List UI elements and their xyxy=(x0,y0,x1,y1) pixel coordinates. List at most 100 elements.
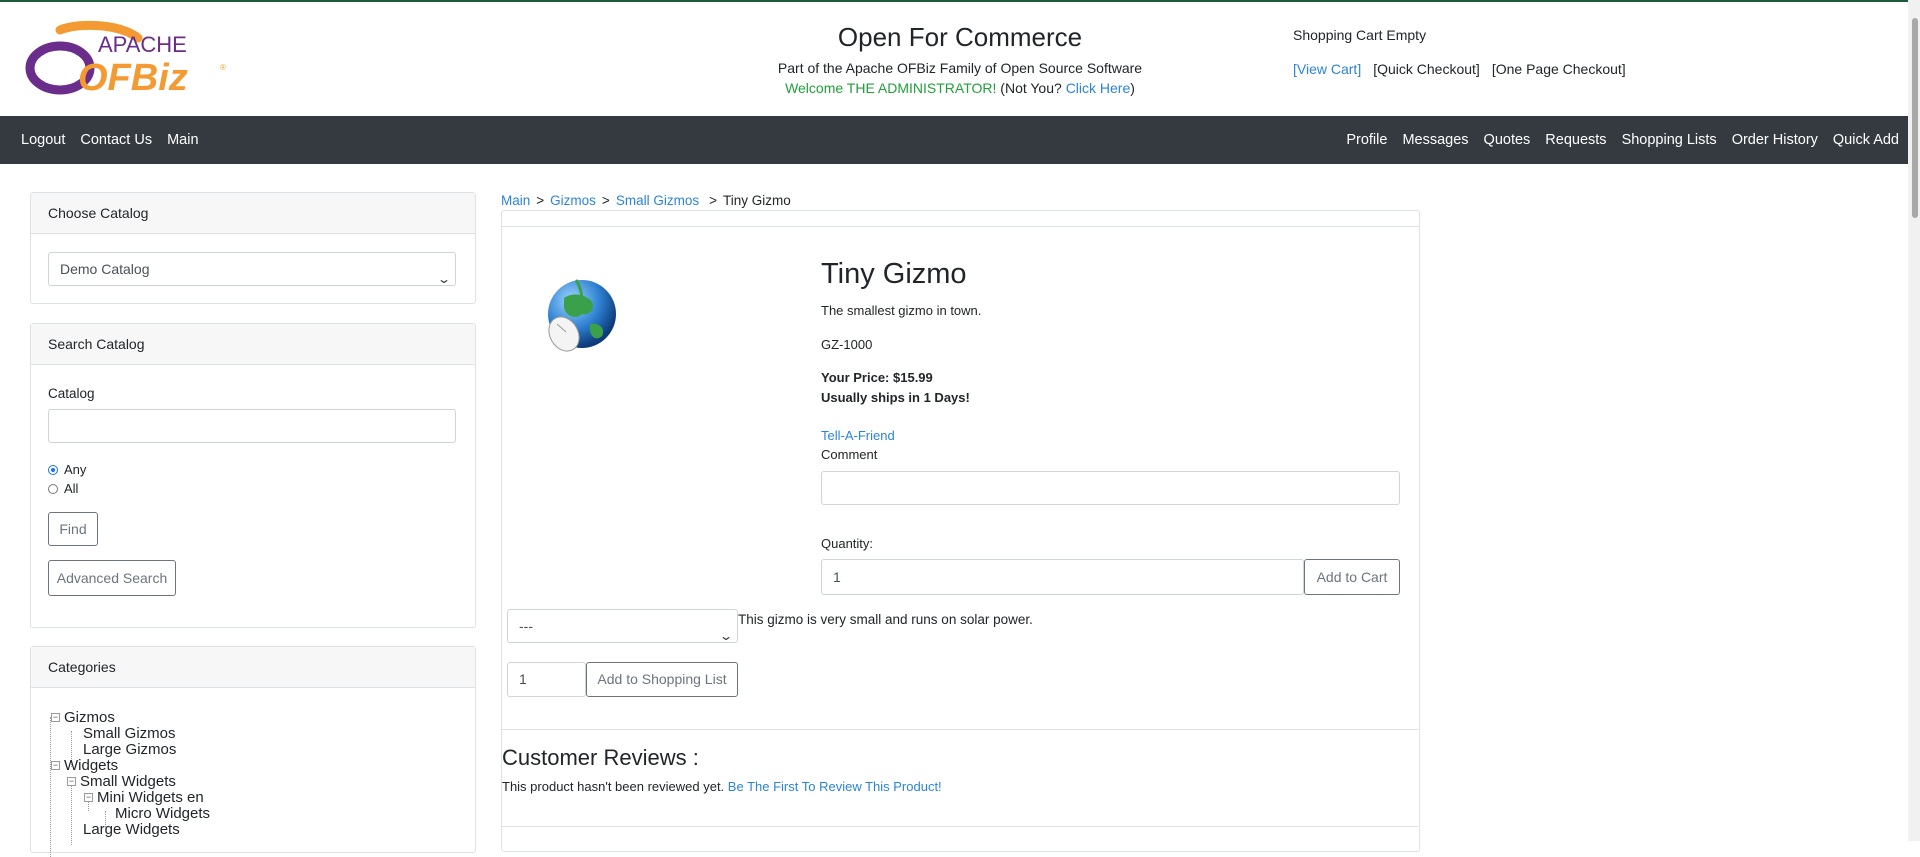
collapse-icon[interactable]: − xyxy=(51,761,60,770)
categories-title: Categories xyxy=(31,647,475,688)
radio-any-row[interactable]: Any xyxy=(48,462,86,477)
nav-profile[interactable]: Profile xyxy=(1346,132,1387,148)
breadcrumb-small-gizmos[interactable]: Small Gizmos xyxy=(616,193,699,208)
chevron-down-icon: ⌄ xyxy=(718,629,734,643)
comment-input[interactable] xyxy=(821,471,1400,505)
product-sku: GZ-1000 xyxy=(821,337,873,352)
category-label: Micro Widgets xyxy=(115,805,211,822)
reviews-text: This product hasn't been reviewed yet. B… xyxy=(502,779,942,794)
choose-catalog-title: Choose Catalog xyxy=(31,193,475,234)
product-image[interactable] xyxy=(542,276,618,356)
category-label: Large Gizmos xyxy=(83,741,177,758)
catalog-select[interactable]: Demo Catalog ⌄ xyxy=(48,252,456,286)
catalog-select-value: Demo Catalog xyxy=(60,261,150,277)
catalog-search-input[interactable] xyxy=(48,409,456,443)
nav-order-history[interactable]: Order History xyxy=(1732,132,1818,148)
cart-status: Shopping Cart Empty xyxy=(1293,27,1427,43)
site-title: Open For Commerce xyxy=(837,22,1083,52)
quantity-input[interactable]: 1 xyxy=(821,559,1304,595)
tree-guide xyxy=(50,717,51,857)
nav-messages[interactable]: Messages xyxy=(1402,132,1468,148)
product-long-description: This gizmo is very small and runs on sol… xyxy=(738,612,1033,627)
shopping-list-select-value: --- xyxy=(519,618,533,634)
search-catalog-card: Search Catalog Catalog Any All Find Adva… xyxy=(30,323,476,628)
page-scrollbar[interactable] xyxy=(1908,0,1920,841)
nav-main[interactable]: Main xyxy=(167,132,198,148)
ofbiz-logo[interactable]: APACHE OFBiz ® xyxy=(20,20,230,100)
welcome-text: Welcome THE ADMINISTRATOR! xyxy=(785,80,997,96)
first-review-link[interactable]: Be The First To Review This Product! xyxy=(728,779,942,794)
section-divider xyxy=(501,826,1418,827)
collapse-icon[interactable]: − xyxy=(51,713,60,722)
logo-apache-text: APACHE xyxy=(98,32,187,57)
category-large-gizmos[interactable]: Large Gizmos xyxy=(83,741,176,758)
ofbiz-logo-graphic: APACHE OFBiz ® xyxy=(25,20,226,99)
category-large-widgets[interactable]: Large Widgets xyxy=(83,821,180,838)
collapse-icon[interactable]: − xyxy=(67,777,76,786)
category-label: Small Gizmos xyxy=(83,725,176,742)
scrollbar-thumb[interactable] xyxy=(1912,18,1918,218)
category-label: Large Widgets xyxy=(83,821,180,838)
top-border xyxy=(0,0,1920,2)
breadcrumb-main[interactable]: Main xyxy=(501,193,530,208)
product-card-topbar xyxy=(502,211,1419,227)
category-mini-widgets[interactable]: − Mini Widgets en xyxy=(84,789,204,806)
tell-a-friend-link[interactable]: Tell-A-Friend xyxy=(821,428,895,443)
add-to-shopping-list-button[interactable]: Add to Shopping List xyxy=(586,662,738,697)
catalog-search-label: Catalog xyxy=(48,386,95,401)
nav-right: Profile Messages Quotes Requests Shoppin… xyxy=(1346,116,1899,164)
section-divider xyxy=(501,729,1418,730)
find-button[interactable]: Find xyxy=(48,512,98,546)
breadcrumb: Main > Gizmos > Small Gizmos > Tiny Gizm… xyxy=(501,193,791,208)
breadcrumb-gizmos[interactable]: Gizmos xyxy=(550,193,596,208)
category-label: Gizmos xyxy=(64,709,115,726)
site-subtitle: Part of the Apache OFBiz Family of Open … xyxy=(777,60,1143,76)
logo-reg-mark: ® xyxy=(220,63,226,72)
radio-all[interactable] xyxy=(48,483,58,494)
search-catalog-title: Search Catalog xyxy=(31,324,475,365)
category-label: Small Widgets xyxy=(80,773,176,790)
reviews-title: Customer Reviews : xyxy=(502,745,699,770)
cart-links: [View Cart] [Quick Checkout] [One Page C… xyxy=(1293,61,1626,77)
category-widgets[interactable]: − Widgets xyxy=(51,757,118,774)
nav-contact-us[interactable]: Contact Us xyxy=(80,132,152,148)
shopping-list-select[interactable]: --- ⌄ xyxy=(507,609,738,643)
product-short-description: The smallest gizmo in town. xyxy=(821,303,982,318)
nav-shopping-lists[interactable]: Shopping Lists xyxy=(1622,132,1717,148)
nav-quick-add[interactable]: Quick Add xyxy=(1833,132,1899,148)
choose-catalog-card: Choose Catalog Demo Catalog ⌄ xyxy=(30,192,476,304)
product-title: Tiny Gizmo xyxy=(821,258,967,290)
view-cart-link[interactable]: [View Cart] xyxy=(1293,61,1361,77)
close-paren: ) xyxy=(1130,80,1135,96)
category-small-gizmos[interactable]: Small Gizmos xyxy=(83,725,176,742)
product-shipping: Usually ships in 1 Days! xyxy=(821,390,970,405)
breadcrumb-current: Tiny Gizmo xyxy=(722,193,791,208)
nav-logout[interactable]: Logout xyxy=(21,132,65,148)
category-gizmos[interactable]: − Gizmos xyxy=(51,709,115,726)
radio-all-label: All xyxy=(64,481,79,496)
category-small-widgets[interactable]: − Small Widgets xyxy=(67,773,176,790)
product-price: Your Price: $15.99 xyxy=(821,370,933,385)
breadcrumb-separator: > xyxy=(709,193,717,208)
click-here-link[interactable]: Click Here xyxy=(1066,80,1131,96)
globe-mouse-icon xyxy=(548,279,616,352)
logo-ofbiz-text: OFBiz xyxy=(78,57,188,99)
advanced-search-button[interactable]: Advanced Search xyxy=(48,560,176,596)
one-page-checkout-link[interactable]: [One Page Checkout] xyxy=(1492,61,1626,77)
category-micro-widgets[interactable]: Micro Widgets xyxy=(115,805,210,822)
collapse-icon[interactable]: − xyxy=(84,793,93,802)
add-to-cart-button[interactable]: Add to Cart xyxy=(1304,559,1400,595)
radio-any[interactable] xyxy=(48,464,58,475)
nav-quotes[interactable]: Quotes xyxy=(1484,132,1531,148)
radio-any-label: Any xyxy=(64,462,87,477)
chevron-down-icon: ⌄ xyxy=(436,272,452,286)
categories-card: Categories − Gizmos Small Gizmos Large G… xyxy=(30,646,476,857)
quantity-label: Quantity: xyxy=(821,536,874,551)
not-you-text: (Not You? xyxy=(1000,80,1062,96)
nav-requests[interactable]: Requests xyxy=(1545,132,1606,148)
welcome-line: Welcome THE ADMINISTRATOR! (Not You? Cli… xyxy=(700,80,1220,96)
quick-checkout-link[interactable]: [Quick Checkout] xyxy=(1373,61,1480,77)
shopping-list-quantity-input[interactable]: 1 xyxy=(507,662,586,697)
category-label: Widgets xyxy=(64,757,119,774)
radio-all-row[interactable]: All xyxy=(48,481,78,496)
